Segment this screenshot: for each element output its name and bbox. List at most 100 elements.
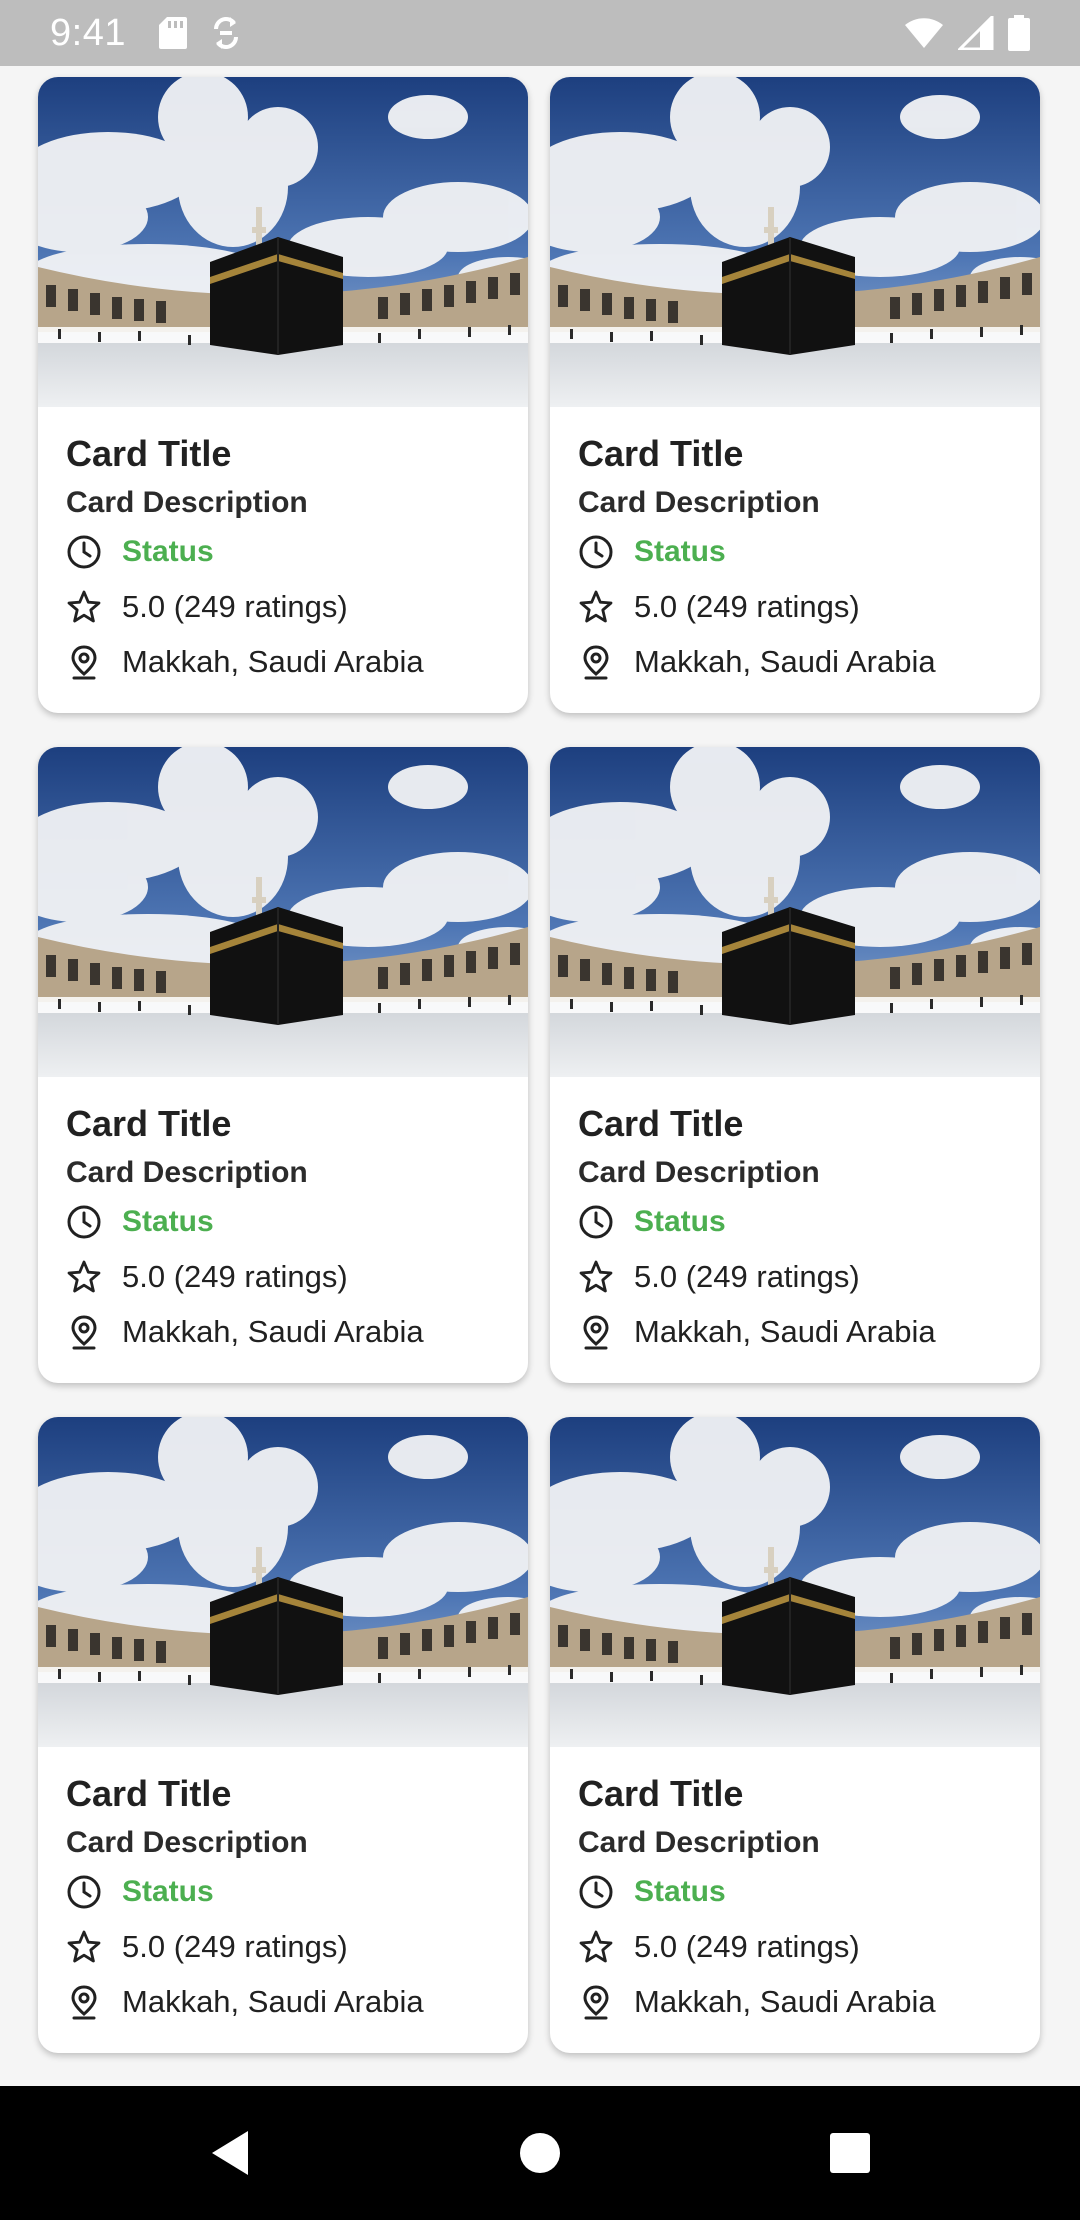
- rating-text: 5.0 (249 ratings): [122, 589, 348, 624]
- card-title: Card Title: [66, 433, 232, 474]
- location-row: Makkah, Saudi Arabia: [66, 1975, 528, 2029]
- card-description: Card Description: [578, 486, 820, 519]
- location-text: Makkah, Saudi Arabia: [122, 1314, 424, 1349]
- star-icon: [578, 1259, 614, 1295]
- place-card[interactable]: Card Title Card Description Status 5.0 (…: [38, 77, 528, 713]
- card-description: Card Description: [66, 486, 308, 519]
- rating-row: 5.0 (249 ratings): [66, 1920, 528, 1974]
- card-description: Card Description: [578, 1826, 820, 1859]
- card-grid-scroll-area[interactable]: Card Title Card Description Status 5.0 (…: [0, 66, 1080, 2086]
- location-row: Makkah, Saudi Arabia: [578, 1975, 1040, 2029]
- card-body: Card Title Card Description Status 5.0 (…: [550, 407, 1040, 689]
- rating-row: 5.0 (249 ratings): [578, 1920, 1040, 1974]
- status-notification-icons: [158, 15, 240, 51]
- star-icon: [578, 1929, 614, 1965]
- status-label: Status: [634, 1205, 726, 1238]
- card-body: Card Title Card Description Status 5.0 (…: [38, 1747, 528, 2029]
- place-card[interactable]: Card Title Card Description Status 5.0 (…: [38, 747, 528, 1383]
- sync-icon: [212, 15, 240, 51]
- star-icon: [66, 1259, 102, 1295]
- card-title: Card Title: [578, 433, 744, 474]
- location-text: Makkah, Saudi Arabia: [634, 644, 936, 679]
- home-icon: [520, 2133, 560, 2173]
- kaaba-photo: [550, 77, 1040, 407]
- kaaba-photo: [550, 1417, 1040, 1747]
- status-label: Status: [122, 1205, 214, 1238]
- rating-text: 5.0 (249 ratings): [122, 1259, 348, 1294]
- location-pin-icon: [578, 644, 614, 680]
- kaaba-photo: [38, 77, 528, 407]
- status-label: Status: [122, 535, 214, 568]
- status-bar: 9:41: [0, 0, 1080, 66]
- location-row: Makkah, Saudi Arabia: [66, 1305, 528, 1359]
- navigation-bar: [0, 2086, 1080, 2220]
- location-text: Makkah, Saudi Arabia: [122, 644, 424, 679]
- card-body: Card Title Card Description Status 5.0 (…: [550, 1077, 1040, 1359]
- status-row: Status: [578, 1865, 1040, 1919]
- status-label: Status: [122, 1875, 214, 1908]
- status-row: Status: [578, 1195, 1040, 1249]
- clock-icon: [66, 1204, 102, 1240]
- status-row: Status: [66, 525, 528, 579]
- rating-text: 5.0 (249 ratings): [122, 1929, 348, 1964]
- star-icon: [66, 589, 102, 625]
- rating-row: 5.0 (249 ratings): [66, 1250, 528, 1304]
- status-system-icons: [904, 15, 1030, 51]
- clock-icon: [66, 1874, 102, 1910]
- kaaba-photo: [550, 747, 1040, 1077]
- kaaba-photo: [38, 1417, 528, 1747]
- status-time: 9:41: [50, 11, 126, 54]
- home-button[interactable]: [510, 2123, 570, 2183]
- card-title: Card Title: [66, 1773, 232, 1814]
- clock-icon: [578, 1874, 614, 1910]
- place-card[interactable]: Card Title Card Description Status 5.0 (…: [550, 1417, 1040, 2053]
- wifi-icon: [904, 17, 944, 49]
- star-icon: [578, 589, 614, 625]
- recents-icon: [830, 2133, 870, 2173]
- cell-signal-icon: [958, 16, 994, 50]
- sd-card-icon: [158, 16, 188, 50]
- card-description: Card Description: [66, 1826, 308, 1859]
- place-card[interactable]: Card Title Card Description Status 5.0 (…: [550, 747, 1040, 1383]
- location-text: Makkah, Saudi Arabia: [634, 1984, 936, 2019]
- card-body: Card Title Card Description Status 5.0 (…: [38, 1077, 528, 1359]
- place-card[interactable]: Card Title Card Description Status 5.0 (…: [38, 1417, 528, 2053]
- clock-icon: [578, 1204, 614, 1240]
- card-body: Card Title Card Description Status 5.0 (…: [38, 407, 528, 689]
- rating-text: 5.0 (249 ratings): [634, 1929, 860, 1964]
- card-title: Card Title: [66, 1103, 232, 1144]
- status-row: Status: [66, 1865, 528, 1919]
- location-row: Makkah, Saudi Arabia: [578, 1305, 1040, 1359]
- battery-icon: [1008, 15, 1030, 51]
- card-grid: Card Title Card Description Status 5.0 (…: [38, 77, 1042, 2053]
- card-title: Card Title: [578, 1773, 744, 1814]
- location-row: Makkah, Saudi Arabia: [66, 635, 528, 689]
- card-description: Card Description: [578, 1156, 820, 1189]
- status-row: Status: [66, 1195, 528, 1249]
- rating-text: 5.0 (249 ratings): [634, 1259, 860, 1294]
- card-body: Card Title Card Description Status 5.0 (…: [550, 1747, 1040, 2029]
- card-description: Card Description: [66, 1156, 308, 1189]
- status-label: Status: [634, 535, 726, 568]
- location-text: Makkah, Saudi Arabia: [634, 1314, 936, 1349]
- back-icon: [212, 2131, 248, 2175]
- clock-icon: [578, 534, 614, 570]
- location-row: Makkah, Saudi Arabia: [578, 635, 1040, 689]
- location-pin-icon: [66, 1314, 102, 1350]
- location-pin-icon: [66, 1984, 102, 2020]
- star-icon: [66, 1929, 102, 1965]
- back-button[interactable]: [200, 2123, 260, 2183]
- rating-row: 5.0 (249 ratings): [66, 580, 528, 634]
- location-pin-icon: [578, 1314, 614, 1350]
- rating-text: 5.0 (249 ratings): [634, 589, 860, 624]
- card-title: Card Title: [578, 1103, 744, 1144]
- location-pin-icon: [578, 1984, 614, 2020]
- location-text: Makkah, Saudi Arabia: [122, 1984, 424, 2019]
- rating-row: 5.0 (249 ratings): [578, 580, 1040, 634]
- recents-button[interactable]: [820, 2123, 880, 2183]
- status-label: Status: [634, 1875, 726, 1908]
- kaaba-photo: [38, 747, 528, 1077]
- location-pin-icon: [66, 644, 102, 680]
- place-card[interactable]: Card Title Card Description Status 5.0 (…: [550, 77, 1040, 713]
- rating-row: 5.0 (249 ratings): [578, 1250, 1040, 1304]
